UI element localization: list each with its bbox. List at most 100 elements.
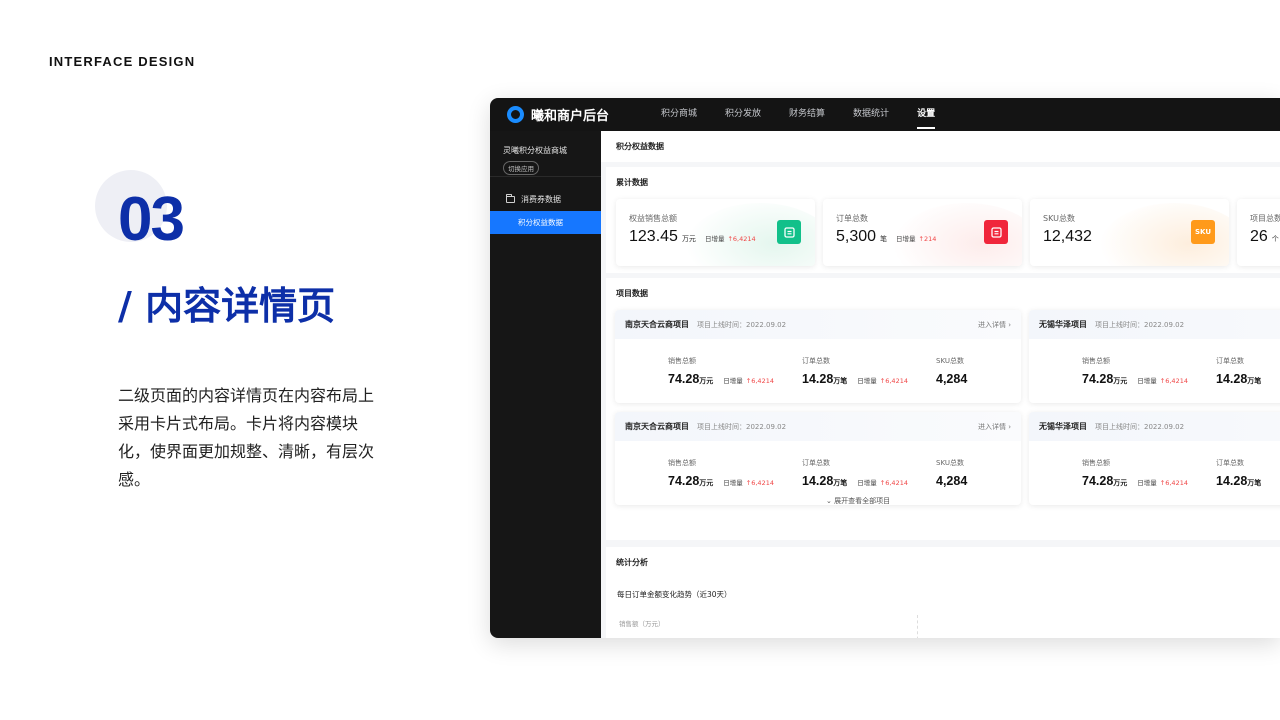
metric-value-line: 74.28 万元 日增量 ↑6,4214 (668, 372, 774, 386)
metric-increment-value: ↑6,4214 (745, 479, 774, 487)
projects-panel: 项目数据 南京天合云商项目 项目上线时间：2022.09.02 进入详情 › 销售总额… (606, 278, 1280, 540)
metric-value-line: 14.28 万笔 (1216, 372, 1261, 386)
project-name: 南京天合云商项目 (625, 422, 689, 431)
main-nav: 积分商城 积分发放 财务结算 数据统计 设置 (647, 98, 949, 131)
sidebar-group-coupon-data[interactable]: 消费券数据 (490, 177, 601, 205)
metric-label: 销售总额 (668, 357, 696, 365)
enter-details-link[interactable]: 进入详情 › (978, 320, 1011, 330)
metric-value: 74.28 (1082, 474, 1114, 488)
stat-card: 权益销售总额 123.45 万元 日增量 ↑6,4214 (616, 199, 815, 266)
stat-value: 123.45 (629, 228, 678, 245)
stat-value-line: 26 个 (1250, 228, 1280, 246)
crown-bag-icon (777, 220, 801, 244)
project-launch-date: 项目上线时间：2022.09.02 (1095, 422, 1184, 432)
section-description: 二级页面的内容详情页在内容布局上采用卡片式布局。卡片将内容模块化，使界面更加规整… (118, 386, 375, 489)
section-title: / 内容详情页 (118, 284, 336, 328)
stat-value: 5,300 (836, 228, 877, 245)
metric-value-line: 74.28 万元 日增量 ↑6,4214 (1082, 474, 1188, 488)
switch-app-button[interactable]: 切换应用 (503, 161, 539, 175)
folder-icon (506, 194, 515, 203)
metric-label: 销售总额 (668, 459, 696, 467)
project-card: 南京天合云商项目 项目上线时间：2022.09.02 进入详情 › 销售总额 74.28… (615, 412, 1021, 505)
stat-value: 26 (1250, 228, 1268, 245)
metric-label: 销售总额 (1082, 459, 1110, 467)
project-card-header: 南京天合云商项目 项目上线时间：2022.09.02 (615, 310, 1021, 339)
project-card: 无锡华泽项目项目上线时间：2022.09.02进入详情 ›销售总额74.28万元… (1029, 310, 1280, 403)
metric-label: 订单总数 (802, 459, 830, 467)
metric-increment-value: ↑6,4214 (879, 479, 908, 487)
project-metric: 订单总数 14.28 万笔 (1216, 458, 1261, 488)
metric-value-line: 74.28 万元 日增量 ↑6,4214 (668, 474, 774, 488)
enter-details-link[interactable]: 进入详情 › (978, 422, 1011, 432)
sidebar-app-name: 灵曦积分权益商城 (503, 146, 567, 155)
project-metric: 销售总额 74.28 万元 日增量 ↑6,4214 (668, 356, 774, 386)
nav-item-4[interactable]: 设置 (903, 98, 949, 131)
stat-card-row: 权益销售总额 123.45 万元 日增量 ↑6,4214 订单总数 5,300 笔日增量 ↑21… (616, 199, 1280, 266)
nav-item-0[interactable]: 积分商城 (647, 98, 711, 131)
chart-y-axis-label: 销售额（万元） (619, 620, 665, 628)
page-title: 积分权益数据 (601, 131, 1280, 162)
metric-value: 14.28 (1216, 474, 1248, 488)
stat-increment-label: 日增量 (704, 235, 725, 243)
nav-item-2[interactable]: 财务结算 (775, 98, 839, 131)
main-content: 积分权益数据 累计数据 权益销售总额 123.45 万元 日增量 ↑6,4214 订单总数… (601, 131, 1280, 638)
project-metric: SKU总数 4,284 (936, 356, 967, 386)
stat-increment-label: 日增量 (896, 235, 916, 243)
project-date-value: 2022.09.02 (746, 320, 787, 329)
project-metric: 订单总数 14.28 万笔 日增量 ↑6,4214 (802, 356, 908, 386)
stat-unit: 笔 (880, 235, 888, 243)
nav-item-3[interactable]: 数据统计 (839, 98, 903, 131)
project-card: 南京天合云商项目 项目上线时间：2022.09.02 进入详情 › 销售总额 74.28… (615, 310, 1021, 403)
project-card: 无锡华泽项目项目上线时间：2022.09.02进入详情 ›销售总额74.28万元… (1029, 412, 1280, 505)
cumulative-panel: 累计数据 权益销售总额 123.45 万元 日增量 ↑6,4214 订单总数 5,300 笔日… (606, 167, 1280, 273)
project-card-header: 无锡华泽项目 项目上线时间：2022.09.02 (1029, 310, 1280, 339)
metric-increment-label: 日增量 (857, 479, 877, 487)
chart-title: 每日订单金额变化趋势（近30天） (617, 590, 732, 599)
expand-all-projects-link[interactable]: ⌄ 展开查看全部项目 (606, 496, 1280, 506)
logo-text: 曦和商户后台 (531, 109, 610, 124)
metric-increment-value: ↑6,4214 (1159, 479, 1188, 487)
stat-increment-value: ↑6,4214 (727, 235, 756, 243)
project-metric: 销售总额 74.28 万元 日增量 ↑6,4214 (1082, 356, 1188, 386)
metric-label: 订单总数 (1216, 357, 1244, 365)
app-window: 曦和商户后台 积分商城 积分发放 财务结算 数据统计 设置 灵曦积分权益商城 切换应用 … (490, 98, 1280, 638)
project-launch-date: 项目上线时间：2022.09.02 (697, 320, 786, 330)
project-metric: 销售总额 74.28 万元 日增量 ↑6,4214 (668, 458, 774, 488)
metric-value-line: 14.28 万笔 (1216, 474, 1261, 488)
metric-label: 销售总额 (1082, 357, 1110, 365)
metric-label: 订单总数 (1216, 459, 1244, 467)
metric-increment-label: 日增量 (1137, 377, 1157, 385)
metric-value-line: 74.28 万元 日增量 ↑6,4214 (1082, 372, 1188, 386)
metric-increment-label: 日增量 (723, 479, 743, 487)
sidebar-group-label: 消费券数据 (521, 195, 561, 204)
project-metric: SKU总数 4,284 (936, 458, 967, 488)
metric-unit: 万笔 (833, 479, 848, 487)
metric-increment-value: ↑6,4214 (745, 377, 774, 385)
stat-card: 订单总数 5,300 笔日增量 ↑214 (823, 199, 1022, 266)
slide-brand-label: INTERFACE DESIGN (49, 54, 196, 69)
sidebar: 灵曦积分权益商城 切换应用 消费券数据 积分权益数据 (490, 131, 601, 638)
nav-item-1[interactable]: 积分发放 (711, 98, 775, 131)
metric-increment-value: ↑6,4214 (1159, 377, 1188, 385)
project-name: 南京天合云商项目 (625, 320, 689, 329)
metric-unit: 万元 (699, 377, 714, 385)
section-number: 03 (118, 185, 185, 254)
metric-unit: 万笔 (1247, 377, 1262, 385)
project-date-value: 2022.09.02 (1144, 320, 1185, 329)
logo-ring-icon (507, 106, 524, 123)
sidebar-item-points-data[interactable]: 积分权益数据 (490, 211, 601, 234)
project-metric: 订单总数 14.28 万笔 日增量 ↑6,4214 (802, 458, 908, 488)
metric-value: 14.28 (802, 372, 834, 386)
metric-value: 74.28 (668, 372, 700, 386)
stat-label: 项目总数 (1250, 214, 1280, 223)
analysis-title: 统计分析 (616, 558, 648, 567)
stat-increment-value: ↑214 (918, 235, 937, 243)
stat-unit: 个 (1271, 235, 1279, 243)
sku-icon: SKU (1191, 220, 1215, 244)
order-list-icon (984, 220, 1008, 244)
project-name: 无锡华泽项目 (1039, 320, 1087, 329)
metric-increment-label: 日增量 (723, 377, 743, 385)
app-logo[interactable]: 曦和商户后台 (507, 105, 647, 124)
metric-label: SKU总数 (936, 357, 964, 365)
metric-increment-label: 日增量 (857, 377, 877, 385)
